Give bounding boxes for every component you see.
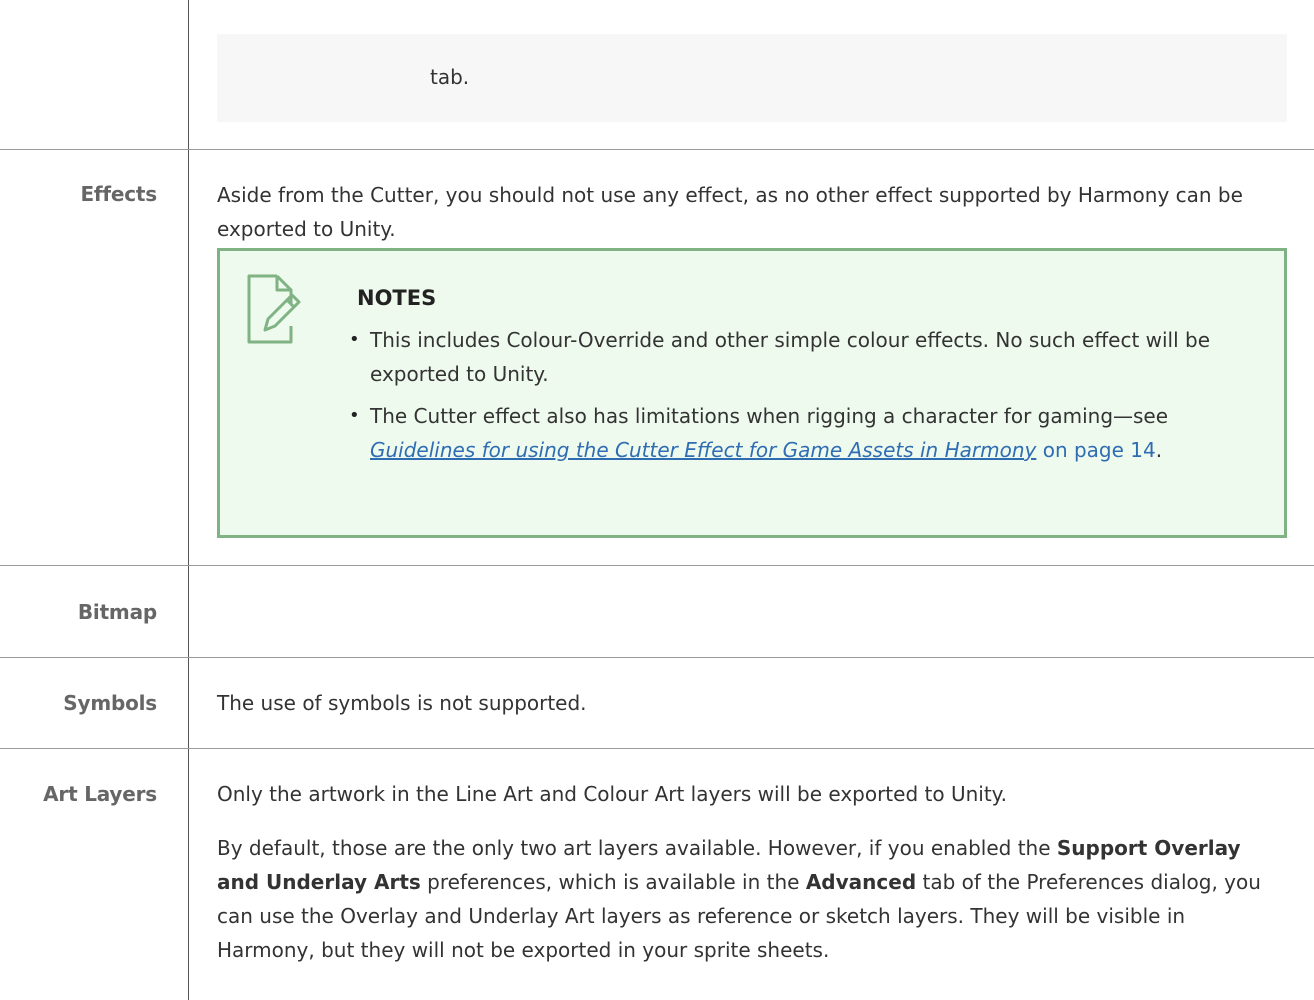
end-punctuation: . — [1155, 438, 1163, 462]
paragraph-text: preferences, which is available in the — [420, 870, 806, 894]
row-label-effects: Effects — [80, 182, 157, 206]
column-divider — [188, 0, 189, 1000]
tab-text: tab. — [430, 65, 470, 89]
tab-name: Advanced — [805, 870, 917, 894]
row-divider — [0, 565, 1314, 566]
row-divider — [0, 657, 1314, 658]
list-item: The Cutter effect also has limitations w… — [349, 399, 1257, 467]
notes-box: NOTES This includes Colour-Override and … — [217, 248, 1287, 538]
art-layers-paragraph-2: By default, those are the only two art l… — [217, 831, 1277, 967]
art-layers-paragraph-1: Only the artwork in the Line Art and Col… — [217, 782, 1007, 806]
code-box: tab. — [217, 34, 1287, 122]
page-reference[interactable]: on page 14 — [1043, 438, 1156, 462]
paragraph-text: By default, those are the only two art l… — [217, 836, 1057, 860]
notes-title: NOTES — [357, 286, 437, 310]
note-pencil-icon — [247, 274, 301, 344]
effects-description: Aside from the Cutter, you should not us… — [217, 183, 1243, 241]
row-divider — [0, 149, 1314, 150]
row-divider — [0, 748, 1314, 749]
row-label-symbols: Symbols — [63, 691, 157, 715]
guidelines-link[interactable]: Guidelines for using the Cutter Effect f… — [370, 438, 1036, 462]
notes-list: This includes Colour-Override and other … — [349, 323, 1257, 475]
note-text: The Cutter effect also has limitations w… — [370, 404, 1169, 428]
symbols-description: The use of symbols is not supported. — [217, 691, 587, 715]
row-label-art-layers: Art Layers — [43, 782, 157, 806]
note-text: This includes Colour-Override and other … — [370, 328, 1211, 386]
list-item: This includes Colour-Override and other … — [349, 323, 1257, 391]
row-label-bitmap: Bitmap — [77, 600, 157, 624]
